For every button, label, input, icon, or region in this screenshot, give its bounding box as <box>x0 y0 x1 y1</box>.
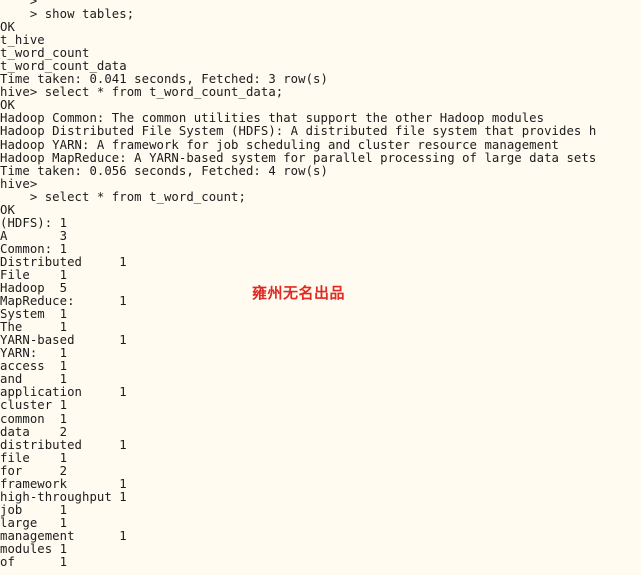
watermark-text: 雍州无名出品 <box>252 284 346 302</box>
terminal-window[interactable]: > > show tables; OK t_hive t_word_count … <box>0 0 641 575</box>
